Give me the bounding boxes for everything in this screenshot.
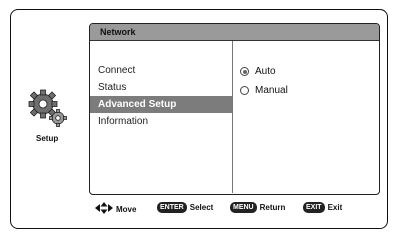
option-manual-label: Manual xyxy=(255,85,288,96)
return-label: Return xyxy=(259,203,286,212)
move-label: Move xyxy=(116,204,137,214)
network-panel: Network Connect Status Advanced Setup In… xyxy=(89,23,380,195)
option-auto-label: Auto xyxy=(255,66,276,77)
option-auto[interactable]: Auto xyxy=(240,62,288,81)
panel-title: Network xyxy=(90,24,379,41)
radio-selected-icon xyxy=(240,67,249,76)
select-label: Select xyxy=(189,203,214,212)
exit-key: EXIT xyxy=(303,202,325,213)
hint-exit: EXIT Exit xyxy=(303,202,342,213)
ip-mode-options: Auto Manual xyxy=(240,62,288,100)
exit-label: Exit xyxy=(327,203,343,212)
menu-item-status[interactable]: Status xyxy=(90,79,232,96)
hint-select: ENTER Select xyxy=(157,202,213,213)
menu-item-connect[interactable]: Connect xyxy=(90,62,232,79)
menu-key: MENU xyxy=(230,202,257,213)
menu-item-advanced-setup[interactable]: Advanced Setup xyxy=(90,96,232,113)
option-manual[interactable]: Manual xyxy=(240,81,288,100)
panel-divider xyxy=(232,41,233,193)
arrow-keys-icon xyxy=(95,202,113,216)
hint-move: Move xyxy=(95,202,136,216)
menu-item-information[interactable]: Information xyxy=(90,113,232,130)
setup-label: Setup xyxy=(36,134,59,143)
network-menu: Connect Status Advanced Setup Informatio… xyxy=(90,62,232,130)
radio-empty-icon xyxy=(240,86,249,95)
enter-key: ENTER xyxy=(157,202,187,213)
hint-return: MENU Return xyxy=(230,202,285,213)
